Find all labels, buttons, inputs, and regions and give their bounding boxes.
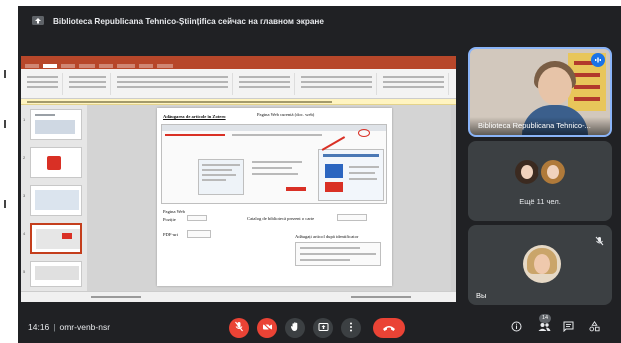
more-options-button[interactable] [341,318,361,338]
label-pagina-web: Pagina Web [163,209,185,214]
identifier-screenshot [295,242,381,266]
browser-screenshot [161,124,387,204]
slide-editor: Adăugarea de articole în Zotero Pagina W… [87,105,456,291]
speaker-tile[interactable]: Biblioteca Republicana Tehnico-... [468,47,612,137]
label-pdf: PDF-uri [163,232,179,237]
slide-thumbnails: 1 2 3 4 5 [21,105,87,291]
label-pozitie: Poziție [163,217,176,222]
chat-icon [563,319,574,337]
participants-count-badge: 14 [539,314,551,323]
slide-thumbnail[interactable] [30,185,82,216]
ppt-titlebar [21,56,456,63]
ppt-ribbon [21,69,456,99]
present-icon [318,319,329,337]
raise-hand-button[interactable] [285,318,305,338]
meeting-info: 14:16 | omr-venb-nsr [28,322,110,332]
presentation-banner: Biblioteca Republicana Tehnico-Științifi… [18,6,455,36]
slide-title-left: Adăugarea de articole în Zotero [163,114,226,119]
info-separator: | [53,322,56,332]
banner-text: Biblioteca Republicana Tehnico-Științifi… [53,16,324,26]
more-vert-icon [349,319,353,337]
slide-thumbnail-selected[interactable] [30,223,82,254]
highlight-circle [358,129,370,137]
mic-muted-icon [595,233,604,251]
slide-title-right: Pagina Web curentă (doc. web) [257,112,315,117]
activities-icon [588,319,600,337]
toolbar-snippet [337,214,367,221]
hang-up-button[interactable] [373,318,405,338]
meeting-details-button[interactable] [508,320,524,336]
activities-button[interactable] [586,320,602,336]
present-to-all-icon [30,13,46,29]
others-tile[interactable]: Ещё 11 чел. [468,141,612,221]
ppt-statusbar [21,291,456,302]
label-catalog: Catalog de bibliotecă prezent o carte [247,216,315,221]
speaking-indicator-icon [591,53,605,67]
article-preview [198,159,244,195]
hang-up-icon [382,319,396,337]
slide-thumbnail[interactable] [30,109,82,140]
self-name: Вы [476,291,487,300]
control-bar: 14:16 | omr-venb-nsr 14 [18,312,621,343]
avatar [538,157,566,185]
label-identifier: Adăugați articol după identificator [295,234,359,239]
mic-off-button[interactable] [229,318,249,338]
current-slide: Adăugarea de articole în Zotero Pagina W… [157,108,392,286]
chat-button[interactable] [560,320,576,336]
speaker-face [538,67,572,105]
camera-off-icon [262,319,273,337]
mic-off-icon [234,319,244,337]
shared-screen: 1 2 3 4 5 Adăugarea de articole în Zoter… [21,56,456,302]
slide-thumbnail[interactable] [30,147,82,178]
editor-scrollbar[interactable] [451,105,456,291]
slide-thumbnail[interactable] [30,261,82,287]
toolbar-snippet [187,215,207,221]
meeting-code: omr-venb-nsr [59,322,111,332]
others-count: Ещё 11 чел. [519,197,561,206]
speaker-name: Biblioteca Republicana Tehnico-... [478,121,591,130]
avatar [512,157,540,185]
self-tile[interactable]: Вы [468,225,612,305]
camera-off-button[interactable] [257,318,277,338]
raise-hand-icon [290,319,300,337]
present-button[interactable] [313,318,333,338]
meeting-time: 14:16 [28,322,50,332]
info-icon [511,319,522,337]
zotero-panel [318,149,384,201]
avatar [523,245,561,283]
left-edge-strip [0,50,18,330]
meet-window: Biblioteca Republicana Tehnico-Științifi… [18,6,621,343]
toolbar-snippet [187,230,211,238]
